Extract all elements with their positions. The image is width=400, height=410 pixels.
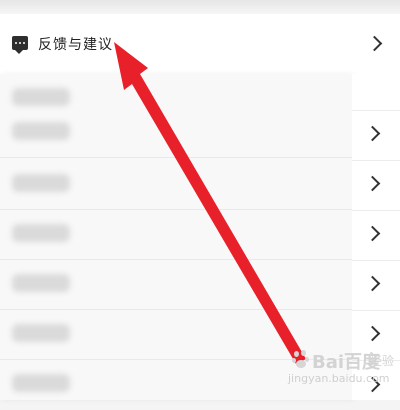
annotation-arrow-icon xyxy=(114,42,306,364)
watermark-url: jingyan.baidu.com xyxy=(288,372,390,385)
paw-logo-icon xyxy=(292,350,310,368)
baidu-watermark: Bai百度 经验 jingyan.baidu.com xyxy=(286,348,396,396)
watermark-sub: 经验 xyxy=(370,354,395,368)
